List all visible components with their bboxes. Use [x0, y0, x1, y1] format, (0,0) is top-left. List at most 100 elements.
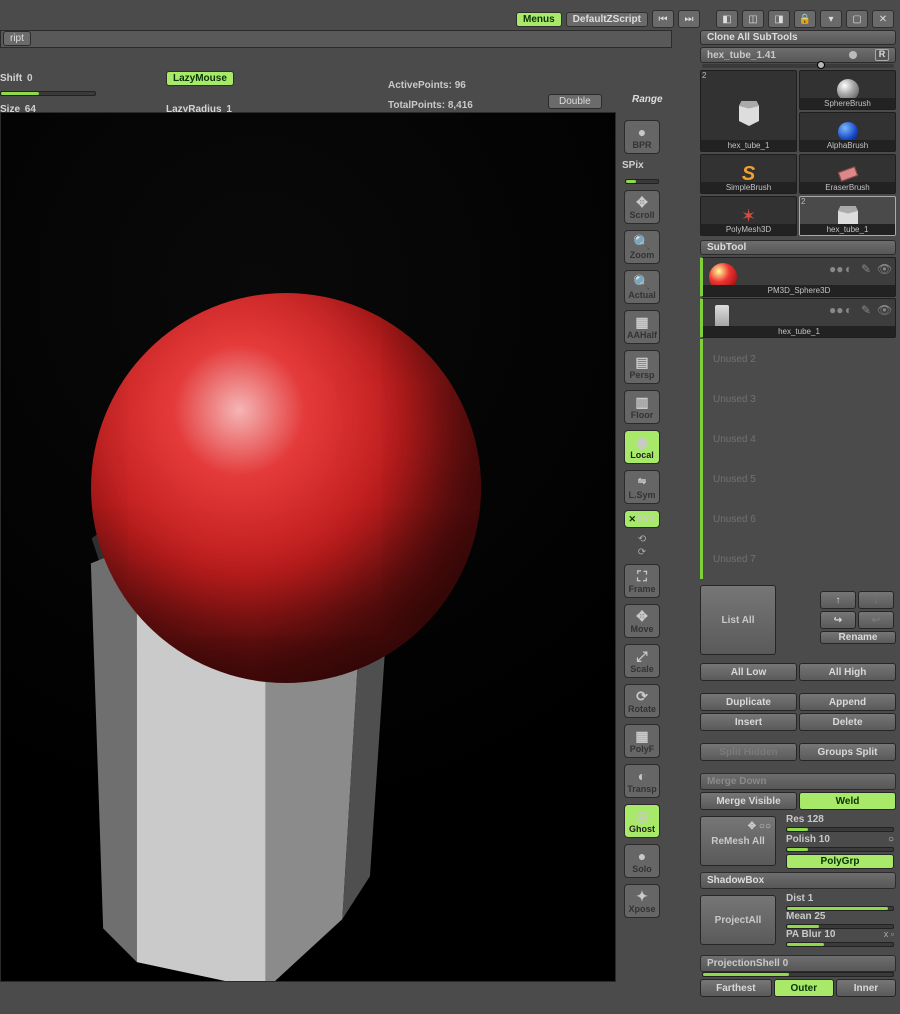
subtool-unused[interactable]: Unused 7	[700, 539, 896, 579]
menus-button[interactable]: Menus	[516, 12, 562, 27]
zscript-tab[interactable]: ript	[3, 31, 31, 46]
projectall-button[interactable]: ProjectAll	[700, 895, 776, 945]
append-button[interactable]: Append	[799, 693, 896, 711]
polygrp-button[interactable]: PolyGrp	[786, 854, 894, 869]
aahalf-button[interactable]: ▦AAHalf	[624, 310, 660, 344]
clone-subtools-header[interactable]: Clone All SubTools	[700, 30, 896, 45]
projshell-slider[interactable]	[702, 972, 894, 977]
viewport[interactable]	[0, 112, 616, 982]
rotate-button[interactable]: ⟳Rotate	[624, 684, 660, 718]
xpose-button[interactable]: ✦Xpose	[624, 884, 660, 918]
scale-button[interactable]: ⤢Scale	[624, 644, 660, 678]
dist-value: 1	[808, 893, 814, 904]
zoom-button[interactable]: 🔍Zoom	[624, 230, 660, 264]
alllow-button[interactable]: All Low	[700, 663, 797, 681]
remeshall-button[interactable]: ✥ ○○ ReMesh All	[700, 816, 776, 866]
moveup-button[interactable]: ↑	[820, 591, 856, 609]
polish-slider[interactable]	[786, 847, 894, 852]
groupsplit-button[interactable]: Groups Split	[799, 743, 896, 761]
lazymouse-toggle[interactable]: LazyMouse	[166, 71, 234, 86]
splithidden-button[interactable]: Split Hidden	[700, 743, 797, 761]
projectionshell-row[interactable]: ProjectionShell 0	[700, 955, 896, 972]
spix-slider[interactable]	[625, 179, 659, 184]
duplicate-button[interactable]: Duplicate	[700, 693, 797, 711]
mergedown-button[interactable]: Merge Down	[700, 773, 896, 790]
lsym-button[interactable]: ⇋L.Sym	[624, 470, 660, 504]
tool-thumb-hex_tube_1[interactable]: 2hex_tube_1	[799, 196, 896, 236]
persp-button[interactable]: ▤Persp	[624, 350, 660, 384]
tool-filenum: 41	[765, 50, 776, 61]
inner-button[interactable]: Inner	[836, 979, 896, 997]
subtool-item-PM3D_Sphere3D[interactable]: ●●◐✎👁PM3D_Sphere3D	[700, 257, 896, 297]
subtool-unused[interactable]: Unused 5	[700, 459, 896, 499]
mean-slider[interactable]	[786, 924, 894, 929]
r-button[interactable]: R	[875, 49, 889, 61]
tool-thumb-EraserBrush[interactable]: EraserBrush	[799, 154, 896, 194]
transp-button[interactable]: ◐Transp	[624, 764, 660, 798]
scroll-button[interactable]: ✥Scroll	[624, 190, 660, 224]
sphere-3d	[91, 293, 481, 683]
tool-filename: hex_tube_1.	[707, 50, 765, 61]
solo-button[interactable]: ●Solo	[624, 844, 660, 878]
totalpoints-value: 8,416	[448, 100, 473, 111]
copy-button[interactable]: ↪	[820, 611, 856, 629]
pablur-lock-icon[interactable]: х ▫	[884, 929, 894, 940]
move-button[interactable]: ✥Move	[624, 604, 660, 638]
outer-button[interactable]: Outer	[774, 979, 834, 997]
zintensity-slider[interactable]	[0, 91, 96, 96]
subtool-unused[interactable]: Unused 2	[700, 339, 896, 379]
default-zscript-button[interactable]: DefaultZScript	[566, 12, 648, 27]
subtool-item-hex_tube_1[interactable]: ●●◐✎👁hex_tube_1	[700, 298, 896, 338]
dock-left-icon[interactable]: ◧	[716, 10, 738, 28]
subtool-unused[interactable]: Unused 3	[700, 379, 896, 419]
mergevisible-button[interactable]: Merge Visible	[700, 792, 797, 810]
lock-icon[interactable]: 🔒	[794, 10, 816, 28]
rot-z-icon[interactable]: ⟳	[638, 547, 646, 558]
range-label: Range	[632, 94, 663, 105]
allhigh-button[interactable]: All High	[799, 663, 896, 681]
actual-button[interactable]: 🔍Actual	[624, 270, 660, 304]
pablur-slider[interactable]	[786, 942, 894, 947]
insert-button[interactable]: Insert	[700, 713, 797, 731]
tool-thumb-SphereBrush[interactable]: SphereBrush	[799, 70, 896, 110]
rot-y-icon[interactable]: ⟲	[638, 534, 646, 545]
bpr-button[interactable]: ●BPR	[624, 120, 660, 154]
nav-prev-icon[interactable]: ⏮	[652, 10, 674, 28]
local-button[interactable]: ◉Local	[624, 430, 660, 464]
nav-next-icon[interactable]: ⏭	[678, 10, 700, 28]
floor-button[interactable]: ▥Floor	[624, 390, 660, 424]
polyf-button[interactable]: ▦PolyF	[624, 724, 660, 758]
res-slider[interactable]	[786, 827, 894, 832]
pablur-value: 10	[824, 929, 835, 940]
farthest-button[interactable]: Farthest	[700, 979, 772, 997]
dock-split-icon[interactable]: ◫	[742, 10, 764, 28]
delete-button[interactable]: Delete	[799, 713, 896, 731]
rename-button[interactable]: Rename	[820, 631, 896, 644]
spix-label: SPix	[622, 160, 644, 171]
movedown-button[interactable]: ↓	[858, 591, 894, 609]
polish-circle-icon[interactable]: ○	[888, 834, 894, 845]
subtool-unused[interactable]: Unused 4	[700, 419, 896, 459]
tool-slider[interactable]	[702, 64, 894, 68]
dock-right-icon[interactable]: ◨	[768, 10, 790, 28]
paste-button[interactable]: ↩	[858, 611, 894, 629]
tool-thumb-SimpleBrush[interactable]: SSimpleBrush	[700, 154, 797, 194]
minimize-icon[interactable]: ▾	[820, 10, 842, 28]
dist-slider[interactable]	[786, 906, 894, 911]
xyz-button[interactable]: ✕XYZ	[624, 510, 660, 528]
close-icon[interactable]: ✕	[872, 10, 894, 28]
listall-button[interactable]: List All	[700, 585, 776, 655]
tool-thumb-AlphaBrush[interactable]: AlphaBrush	[799, 112, 896, 152]
maximize-icon[interactable]: ▢	[846, 10, 868, 28]
dist-label: Dist	[786, 893, 805, 904]
frame-button[interactable]: ⛶Frame	[624, 564, 660, 598]
double-button[interactable]: Double	[548, 94, 602, 109]
tool-thumb-hex_tube_1[interactable]: 2hex_tube_1	[700, 70, 797, 152]
shadowbox-button[interactable]: ShadowBox	[700, 872, 896, 889]
tool-slider-dot[interactable]	[849, 51, 857, 59]
ghost-button[interactable]: ◎Ghost	[624, 804, 660, 838]
tool-thumb-PolyMesh3D[interactable]: ✶PolyMesh3D	[700, 196, 797, 236]
weld-button[interactable]: Weld	[799, 792, 896, 810]
subtool-unused[interactable]: Unused 6	[700, 499, 896, 539]
subtool-header[interactable]: SubTool	[700, 240, 896, 255]
